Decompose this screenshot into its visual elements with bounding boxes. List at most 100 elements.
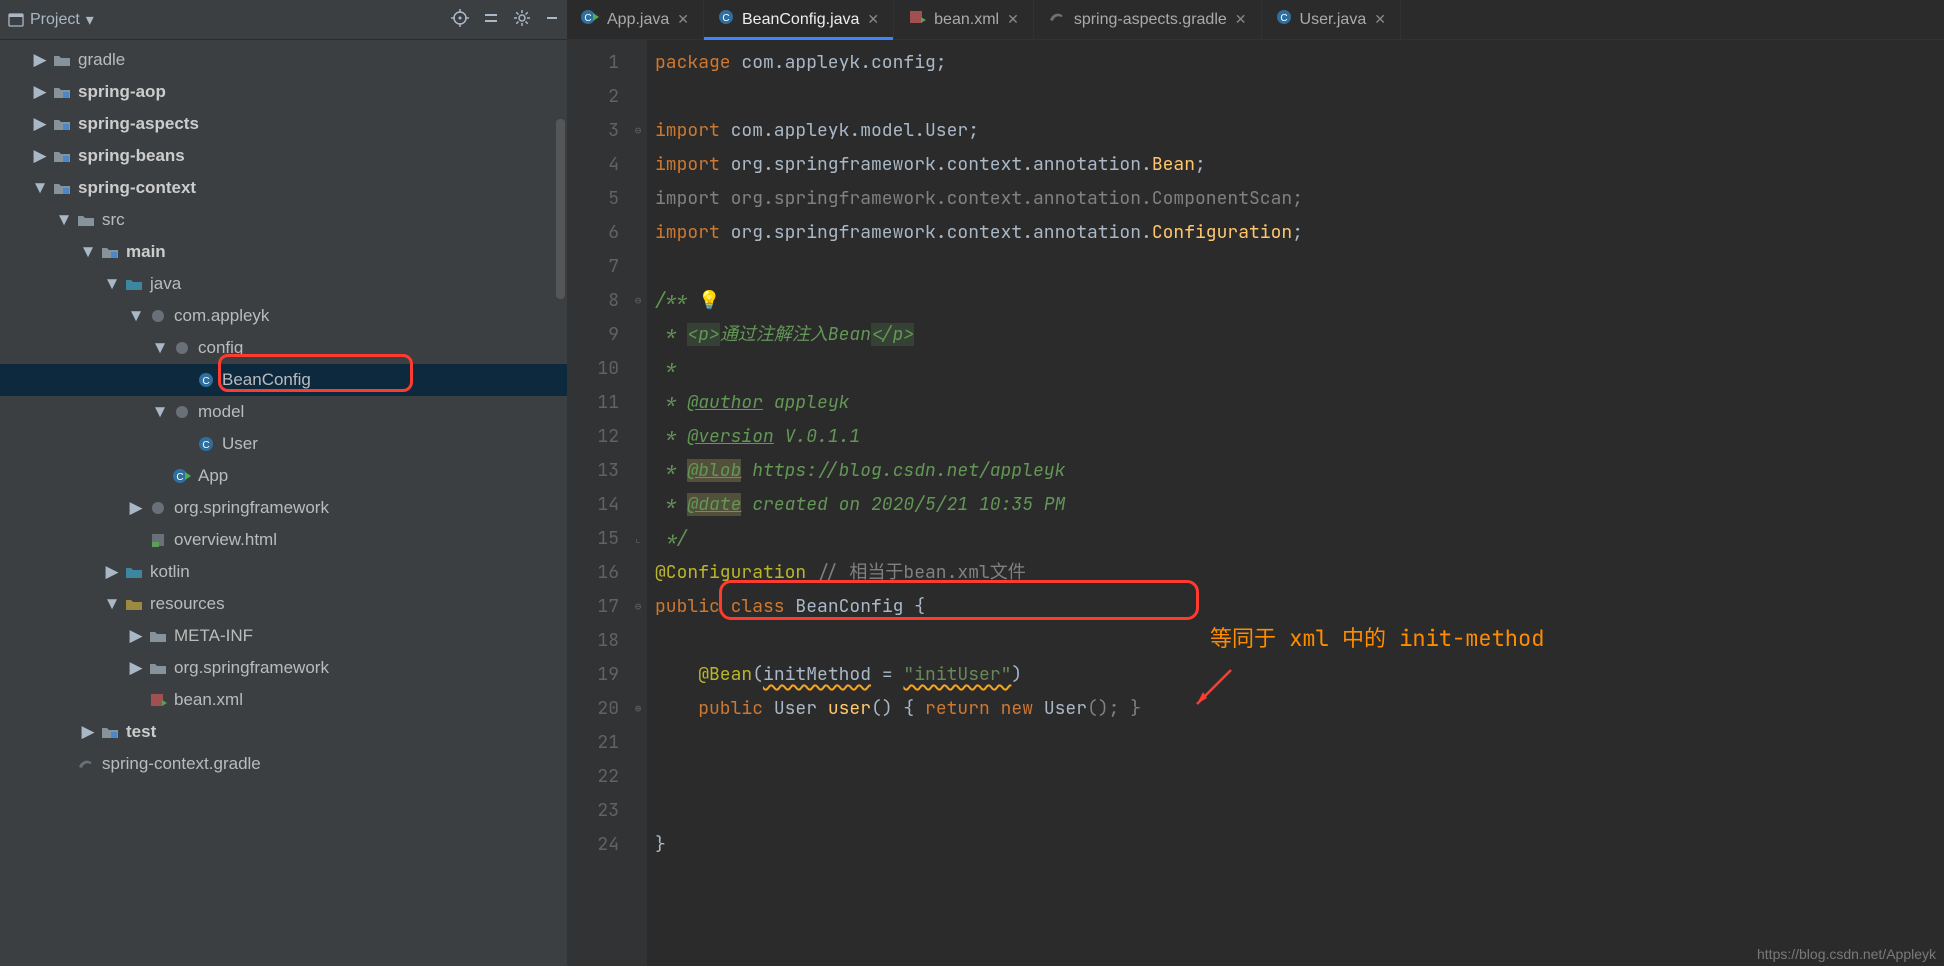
tree-item-config[interactable]: ▼config bbox=[0, 332, 567, 364]
tree-item-com-appleyk[interactable]: ▼ com.appleyk bbox=[0, 300, 567, 332]
tree-item-meta-inf[interactable]: ▶META-INF bbox=[0, 620, 567, 652]
target-icon[interactable] bbox=[451, 9, 469, 30]
folder-icon bbox=[76, 213, 96, 227]
expander-icon[interactable]: ▼ bbox=[80, 244, 96, 260]
res-icon bbox=[124, 597, 144, 611]
tree-item-spring-context[interactable]: ▼spring-context bbox=[0, 172, 567, 204]
close-icon[interactable]: ✕ bbox=[1007, 11, 1019, 28]
tree-item-spring-aop[interactable]: ▶spring-aop bbox=[0, 76, 567, 108]
tree-item-spring-aspects[interactable]: ▶spring-aspects bbox=[0, 108, 567, 140]
tree-label: src bbox=[102, 210, 125, 230]
expander-icon[interactable]: ▼ bbox=[152, 340, 168, 356]
line-number: 6 bbox=[587, 216, 619, 250]
fold-marker bbox=[629, 352, 647, 386]
fold-marker bbox=[629, 760, 647, 794]
close-icon[interactable]: ✕ bbox=[867, 11, 879, 28]
fold-marker bbox=[629, 216, 647, 250]
expander-icon[interactable]: ▼ bbox=[32, 180, 48, 196]
expander-icon[interactable]: ▼ bbox=[128, 308, 144, 324]
svg-text:C: C bbox=[1280, 13, 1287, 24]
tree-label: spring-context.gradle bbox=[102, 754, 261, 774]
tab-bean-xml[interactable]: bean.xml✕ bbox=[894, 0, 1034, 39]
expander-icon[interactable] bbox=[128, 532, 144, 548]
tree-item-spring-beans[interactable]: ▶ spring-beans bbox=[0, 140, 567, 172]
expander-icon[interactable]: ▶ bbox=[32, 84, 48, 100]
expander-icon[interactable]: ▼ bbox=[104, 596, 120, 612]
expander-icon[interactable]: ▶ bbox=[32, 116, 48, 132]
tree-item-bean-xml[interactable]: bean.xml bbox=[0, 684, 567, 716]
close-icon[interactable]: ✕ bbox=[677, 11, 689, 28]
tree-item-kotlin[interactable]: ▶ kotlin bbox=[0, 556, 567, 588]
fold-marker[interactable]: ⌞ bbox=[629, 522, 647, 556]
tree-item-user[interactable]: CUser bbox=[0, 428, 567, 460]
expander-icon[interactable]: ▶ bbox=[32, 52, 48, 68]
tree-item-java[interactable]: ▼java bbox=[0, 268, 567, 300]
tab-label: User.java bbox=[1300, 11, 1367, 29]
line-number: 14 bbox=[587, 488, 619, 522]
tree-label: kotlin bbox=[150, 562, 190, 582]
module-icon bbox=[100, 725, 120, 739]
expander-icon[interactable] bbox=[176, 372, 192, 388]
tree-item-org-springframework[interactable]: ▶org.springframework bbox=[0, 492, 567, 524]
tab-beanconfig-java[interactable]: CBeanConfig.java✕ bbox=[704, 0, 894, 39]
expander-icon[interactable]: ▶ bbox=[80, 724, 96, 740]
tree-label: spring-beans bbox=[78, 146, 185, 166]
tree-item-src[interactable]: ▼ src bbox=[0, 204, 567, 236]
expander-icon[interactable]: ▼ bbox=[104, 276, 120, 292]
class-icon: C bbox=[196, 372, 216, 388]
tree-item-main[interactable]: ▼main bbox=[0, 236, 567, 268]
project-dropdown[interactable]: Project bbox=[30, 11, 80, 29]
code-area[interactable]: package com.appleyk.config; import com.a… bbox=[647, 40, 1944, 966]
expander-icon[interactable]: ▼ bbox=[152, 404, 168, 420]
tree-item-app[interactable]: CApp bbox=[0, 460, 567, 492]
fold-marker[interactable]: ⊖ bbox=[629, 590, 647, 624]
expander-icon[interactable]: ▶ bbox=[128, 660, 144, 676]
tree-item-model[interactable]: ▼ model bbox=[0, 396, 567, 428]
class-icon: C bbox=[196, 436, 216, 452]
expander-icon[interactable] bbox=[176, 436, 192, 452]
close-icon[interactable]: ✕ bbox=[1235, 11, 1247, 28]
module-icon bbox=[100, 245, 120, 259]
tree-item-resources[interactable]: ▼resources bbox=[0, 588, 567, 620]
chevron-down-icon[interactable]: ▾ bbox=[86, 10, 94, 30]
tree-label: model bbox=[198, 402, 244, 422]
tree-label: overview.html bbox=[174, 530, 277, 550]
scrollbar-thumb[interactable] bbox=[556, 119, 565, 299]
xml-icon bbox=[908, 9, 926, 30]
fold-marker[interactable]: ⊖ bbox=[629, 114, 647, 148]
expander-icon[interactable] bbox=[56, 756, 72, 772]
expander-icon[interactable] bbox=[128, 692, 144, 708]
minimize-icon[interactable] bbox=[545, 11, 559, 28]
tree-item-gradle[interactable]: ▶gradle bbox=[0, 44, 567, 76]
tree-label: com.appleyk bbox=[174, 306, 269, 326]
tab-spring-aspects-gradle[interactable]: spring-aspects.gradle✕ bbox=[1034, 0, 1262, 39]
project-tree[interactable]: ▶gradle▶spring-aop▶spring-aspects▶spring… bbox=[0, 40, 567, 966]
tab-user-java[interactable]: C User.java ✕ bbox=[1262, 0, 1401, 39]
expander-icon[interactable]: ▶ bbox=[104, 564, 120, 580]
tree-item-org-springframework[interactable]: ▶org.springframework bbox=[0, 652, 567, 684]
fold-marker[interactable]: ⊖ bbox=[629, 284, 647, 318]
fold-marker[interactable]: ⊕ bbox=[629, 692, 647, 726]
project-tool-window: Project ▾ ▶gradle▶spring-aop▶spring-aspe… bbox=[0, 0, 567, 966]
module-icon bbox=[52, 149, 72, 163]
tree-label: bean.xml bbox=[174, 690, 243, 710]
code-editor[interactable]: 123456789101112131415161718192021222324 … bbox=[567, 40, 1944, 966]
expander-icon[interactable]: ▶ bbox=[32, 148, 48, 164]
class-run-icon: C bbox=[581, 9, 599, 30]
close-icon[interactable]: ✕ bbox=[1374, 11, 1386, 28]
gear-icon[interactable] bbox=[513, 9, 531, 30]
tree-item-test[interactable]: ▶test bbox=[0, 716, 567, 748]
fold-marker bbox=[629, 46, 647, 80]
line-number: 16 bbox=[587, 556, 619, 590]
tree-item-beanconfig[interactable]: CBeanConfig bbox=[0, 364, 567, 396]
collapse-icon[interactable] bbox=[483, 10, 499, 29]
folder-icon bbox=[148, 629, 168, 643]
expander-icon[interactable]: ▼ bbox=[56, 212, 72, 228]
expander-icon[interactable] bbox=[152, 468, 168, 484]
arrow-annotation bbox=[1189, 664, 1237, 712]
expander-icon[interactable]: ▶ bbox=[128, 500, 144, 516]
tree-item-spring-context-gradle[interactable]: spring-context.gradle bbox=[0, 748, 567, 780]
tree-item-overview-html[interactable]: overview.html bbox=[0, 524, 567, 556]
tab-app-java[interactable]: CApp.java✕ bbox=[567, 0, 704, 39]
expander-icon[interactable]: ▶ bbox=[128, 628, 144, 644]
